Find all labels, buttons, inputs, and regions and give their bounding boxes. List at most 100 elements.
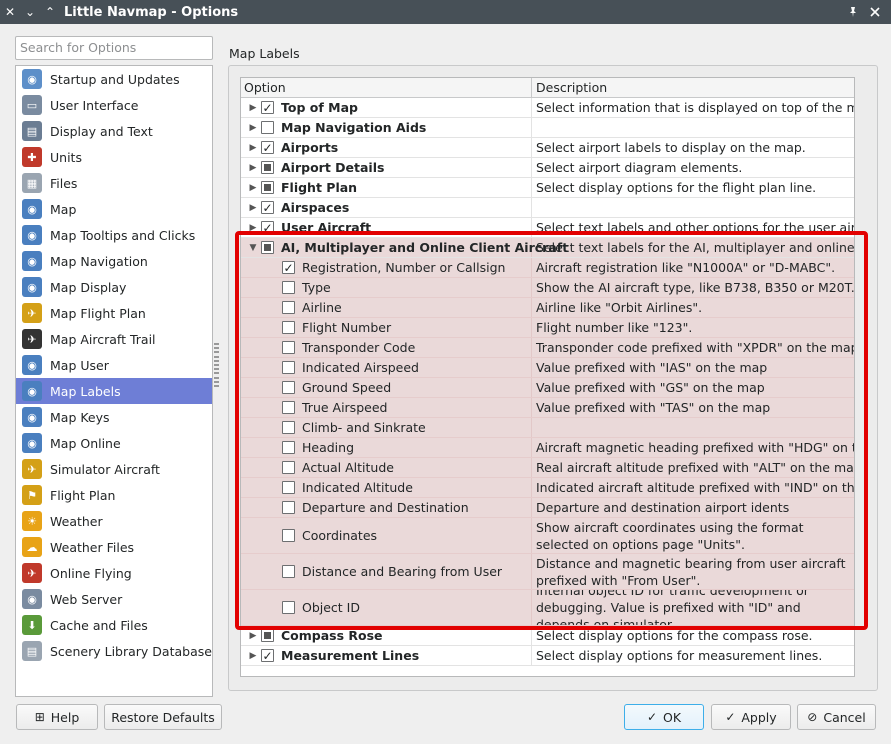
tree-row-airports[interactable]: ▶ ✓ Airports Select airport labels to displ…	[241, 138, 854, 158]
window-menu-icon[interactable]: ⌄	[20, 0, 40, 24]
page-item-startup-and-updates[interactable]: ◉ Startup and Updates	[16, 66, 212, 92]
close-window-icon[interactable]	[865, 0, 885, 24]
checkbox[interactable]: ✓	[261, 649, 274, 662]
page-item-user-interface[interactable]: ▭ User Interface	[16, 92, 212, 118]
close-icon[interactable]: ✕	[0, 0, 20, 24]
sub-row-object-id[interactable]: Object ID Internal object ID for traffic …	[241, 590, 854, 626]
checkbox[interactable]	[282, 481, 295, 494]
ok-button[interactable]: ✓ OK	[624, 704, 704, 730]
checkbox[interactable]: ✓	[261, 141, 274, 154]
restore-defaults-button[interactable]: Restore Defaults	[104, 704, 222, 730]
checkbox[interactable]	[282, 421, 295, 434]
page-item-web-server[interactable]: ◉ Web Server	[16, 586, 212, 612]
sub-row-airline[interactable]: Airline Airline like "Orbit Airlines".	[241, 298, 854, 318]
sub-row-flight-number[interactable]: Flight Number Flight number like "123".	[241, 318, 854, 338]
page-item-weather-files[interactable]: ☁ Weather Files	[16, 534, 212, 560]
sub-row-true-airspeed[interactable]: True Airspeed Value prefixed with "TAS" o…	[241, 398, 854, 418]
checkbox[interactable]	[282, 461, 295, 474]
sub-row-distance-and-bearing-from-user[interactable]: Distance and Bearing from User Distance a…	[241, 554, 854, 590]
page-item-map-flight-plan[interactable]: ✈ Map Flight Plan	[16, 300, 212, 326]
sub-row-indicated-airspeed[interactable]: Indicated Airspeed Value prefixed with "I…	[241, 358, 854, 378]
sub-row-ground-speed[interactable]: Ground Speed Value prefixed with "GS" on …	[241, 378, 854, 398]
checkbox[interactable]	[282, 381, 295, 394]
pin-icon[interactable]	[843, 0, 863, 24]
expand-arrow-icon[interactable]: ▶	[245, 123, 261, 133]
expand-arrow-icon[interactable]: ▶	[245, 223, 261, 233]
page-item-files[interactable]: ▦ Files	[16, 170, 212, 196]
checkbox[interactable]	[282, 401, 295, 414]
page-item-cache-and-files[interactable]: ⬇ Cache and Files	[16, 612, 212, 638]
sub-row-type[interactable]: Type Show the AI aircraft type, like B738…	[241, 278, 854, 298]
collapse-arrow-icon[interactable]: ▼	[245, 243, 261, 253]
page-item-map-tooltips-and-clicks[interactable]: ◉ Map Tooltips and Clicks	[16, 222, 212, 248]
page-item-map-navigation[interactable]: ◉ Map Navigation	[16, 248, 212, 274]
search-input[interactable]: Search for Options	[15, 36, 213, 60]
checkbox[interactable]	[282, 565, 295, 578]
expand-arrow-icon[interactable]: ▶	[245, 103, 261, 113]
expand-arrow-icon[interactable]: ▶	[245, 183, 261, 193]
checkbox[interactable]	[282, 601, 295, 614]
page-item-map-aircraft-trail[interactable]: ✈ Map Aircraft Trail	[16, 326, 212, 352]
page-item-map-online[interactable]: ◉ Map Online	[16, 430, 212, 456]
sub-row-departure-and-destination[interactable]: Departure and Destination Departure and d…	[241, 498, 854, 518]
tree-row-airspaces[interactable]: ▶ ✓ Airspaces	[241, 198, 854, 218]
tree-row-compass-rose[interactable]: ▶ Compass Rose Select display options for …	[241, 626, 854, 646]
sub-row-climb-and-sinkrate[interactable]: Climb- and Sinkrate	[241, 418, 854, 438]
checkbox[interactable]	[282, 301, 295, 314]
tree-row-map-navigation-aids[interactable]: ▶ Map Navigation Aids	[241, 118, 854, 138]
page-item-map-keys[interactable]: ◉ Map Keys	[16, 404, 212, 430]
apply-button[interactable]: ✓ Apply	[711, 704, 791, 730]
tree-row-measurement-lines[interactable]: ▶ ✓ Measurement Lines Select display option…	[241, 646, 854, 666]
page-item-map-labels[interactable]: ◉ Map Labels	[16, 378, 212, 404]
checkbox[interactable]	[282, 281, 295, 294]
column-header-option[interactable]: Option	[241, 78, 532, 97]
tree-row-flight-plan[interactable]: ▶ Flight Plan Select display options for t…	[241, 178, 854, 198]
page-item-scenery-library-database[interactable]: ▤ Scenery Library Database	[16, 638, 212, 664]
page-item-map[interactable]: ◉ Map	[16, 196, 212, 222]
checkbox[interactable]: ✓	[261, 101, 274, 114]
page-item-map-display[interactable]: ◉ Map Display	[16, 274, 212, 300]
sub-row-registration-number-or-callsign[interactable]: ✓ Registration, Number or Callsign Aircraf…	[241, 258, 854, 278]
checkbox[interactable]	[261, 161, 274, 174]
tree-row-top-of-map[interactable]: ▶ ✓ Top of Map Select information that is d…	[241, 98, 854, 118]
splitter-handle[interactable]	[213, 343, 219, 387]
tree-row-user-aircraft[interactable]: ▶ ✓ User Aircraft Select text labels and ot…	[241, 218, 854, 238]
checkbox[interactable]: ✓	[261, 201, 274, 214]
page-item-online-flying[interactable]: ✈ Online Flying	[16, 560, 212, 586]
checkbox[interactable]	[282, 529, 295, 542]
column-header-description[interactable]: Description	[532, 78, 854, 97]
expand-arrow-icon[interactable]: ▶	[245, 631, 261, 641]
checkbox[interactable]	[282, 441, 295, 454]
page-item-map-user[interactable]: ◉ Map User	[16, 352, 212, 378]
checkbox[interactable]	[282, 501, 295, 514]
help-button[interactable]: ⊞ Help	[16, 704, 98, 730]
checkbox[interactable]	[282, 321, 295, 334]
checkbox[interactable]	[261, 181, 274, 194]
keep-above-icon[interactable]: ⌃	[40, 0, 60, 24]
option-cell: ▶ ✓ Measurement Lines	[241, 646, 532, 665]
checkbox[interactable]: ✓	[261, 221, 274, 234]
checkbox[interactable]	[261, 121, 274, 134]
tree-row-ai-multiplayer-and-online-client-aircraft[interactable]: ▼ AI, Multiplayer and Online Client Aircr…	[241, 238, 854, 258]
checkbox[interactable]	[261, 241, 274, 254]
checkbox[interactable]	[261, 629, 274, 642]
sub-row-heading[interactable]: Heading Aircraft magnetic heading prefixe…	[241, 438, 854, 458]
expand-arrow-icon[interactable]: ▶	[245, 651, 261, 661]
page-item-flight-plan[interactable]: ⚑ Flight Plan	[16, 482, 212, 508]
page-item-simulator-aircraft[interactable]: ✈ Simulator Aircraft	[16, 456, 212, 482]
page-item-display-and-text[interactable]: ▤ Display and Text	[16, 118, 212, 144]
checkbox[interactable]	[282, 341, 295, 354]
sub-row-transponder-code[interactable]: Transponder Code Transponder code prefixe…	[241, 338, 854, 358]
cancel-button[interactable]: ⊘ Cancel	[797, 704, 876, 730]
tree-row-airport-details[interactable]: ▶ Airport Details Select airport diagram e…	[241, 158, 854, 178]
sub-row-indicated-altitude[interactable]: Indicated Altitude Indicated aircraft alt…	[241, 478, 854, 498]
sub-row-coordinates[interactable]: Coordinates Show aircraft coordinates usi…	[241, 518, 854, 554]
expand-arrow-icon[interactable]: ▶	[245, 163, 261, 173]
checkbox[interactable]	[282, 361, 295, 374]
expand-arrow-icon[interactable]: ▶	[245, 203, 261, 213]
page-item-units[interactable]: ✚ Units	[16, 144, 212, 170]
page-item-weather[interactable]: ☀ Weather	[16, 508, 212, 534]
expand-arrow-icon[interactable]: ▶	[245, 143, 261, 153]
checkbox[interactable]: ✓	[282, 261, 295, 274]
sub-row-actual-altitude[interactable]: Actual Altitude Real aircraft altitude pr…	[241, 458, 854, 478]
